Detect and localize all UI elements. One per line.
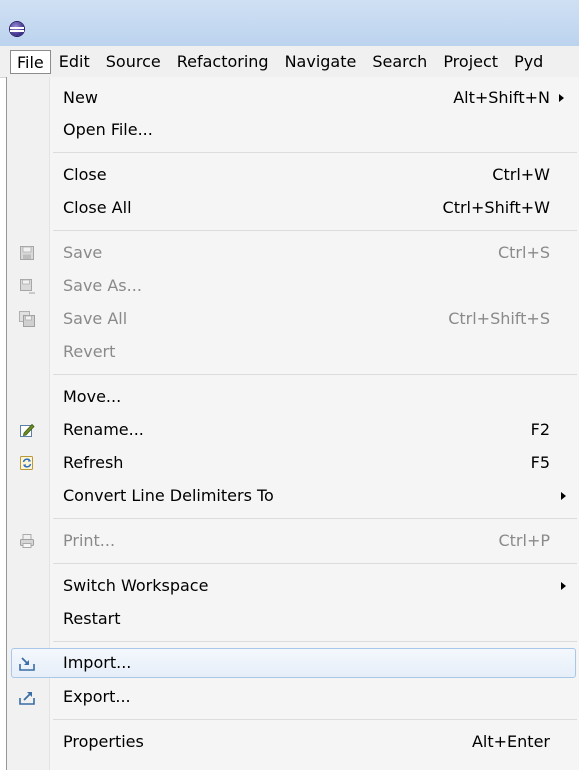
menu-search[interactable]: Search <box>364 50 435 74</box>
menu-item-label: Refresh <box>63 453 124 472</box>
menu-item-close[interactable]: Close Ctrl+W <box>7 160 579 190</box>
menu-item-export[interactable]: Export... <box>7 682 579 712</box>
menu-item-label: Print... <box>63 531 116 550</box>
menu-item-shortcut: Ctrl+Shift+S <box>448 309 550 328</box>
menu-item-properties[interactable]: Properties Alt+Enter <box>7 727 579 757</box>
menu-item-label: Convert Line Delimiters To <box>63 486 274 505</box>
menu-pydev[interactable]: Pyd <box>506 50 551 74</box>
submenu-arrow-icon <box>561 492 566 500</box>
menu-item-shortcut: F2 <box>530 420 550 439</box>
save-all-icon <box>19 311 35 327</box>
menu-project[interactable]: Project <box>435 50 506 74</box>
menu-item-restart[interactable]: Restart <box>7 604 579 634</box>
menu-item-shortcut: Alt+Shift+N <box>453 88 550 107</box>
menu-separator <box>53 563 577 564</box>
rename-icon <box>20 423 35 437</box>
eclipse-window: File Edit Source Refactoring Navigate Se… <box>0 0 579 770</box>
menu-item-shortcut: F5 <box>530 453 550 472</box>
menu-item-print[interactable]: Print... Ctrl+P <box>7 526 579 556</box>
menu-separator <box>53 719 577 720</box>
file-menu-dropdown: New Alt+Shift+N Open File... Close Ctrl+… <box>6 77 579 770</box>
menu-separator <box>53 518 577 519</box>
menu-item-label: Close All <box>63 198 132 217</box>
menu-separator <box>53 152 577 153</box>
eclipse-icon[interactable] <box>10 22 24 36</box>
menu-item-label: Save <box>63 243 103 262</box>
submenu-arrow-icon <box>561 582 566 590</box>
menu-item-refresh[interactable]: Refresh F5 <box>7 448 579 478</box>
menu-item-revert[interactable]: Revert <box>7 337 579 367</box>
menu-item-label: Save All <box>63 309 128 328</box>
menu-item-label: Restart <box>63 609 121 628</box>
menu-item-move[interactable]: Move... <box>7 382 579 412</box>
refresh-icon <box>20 456 33 470</box>
menu-separator <box>53 230 577 231</box>
menu-navigate[interactable]: Navigate <box>277 50 365 74</box>
menu-source[interactable]: Source <box>98 50 169 74</box>
menu-item-save-all[interactable]: Save All Ctrl+Shift+S <box>7 304 579 334</box>
import-icon <box>19 657 35 671</box>
menu-item-label: Export... <box>63 687 131 706</box>
menu-item-label: Move... <box>63 387 122 406</box>
menu-item-new[interactable]: New Alt+Shift+N <box>7 83 579 113</box>
menu-item-close-all[interactable]: Close All Ctrl+Shift+W <box>7 193 579 223</box>
menu-bar: File Edit Source Refactoring Navigate Se… <box>0 46 579 78</box>
menu-item-shortcut: Alt+Enter <box>471 732 550 751</box>
menu-item-label: Rename... <box>63 420 144 439</box>
menu-item-open-file[interactable]: Open File... <box>7 115 579 145</box>
menu-item-label: Open File... <box>63 120 153 139</box>
menu-item-label: Close <box>63 165 107 184</box>
menu-file[interactable]: File <box>10 49 51 74</box>
menu-separator <box>53 641 577 642</box>
menu-item-switch-workspace[interactable]: Switch Workspace <box>7 571 579 601</box>
submenu-arrow-icon <box>559 94 564 102</box>
menu-item-label: Revert <box>63 342 116 361</box>
menu-item-import[interactable]: Import... <box>11 648 576 678</box>
export-icon <box>19 692 35 705</box>
menu-item-shortcut: Ctrl+W <box>492 165 550 184</box>
menu-item-shortcut: Ctrl+Shift+W <box>442 198 550 217</box>
menu-item-rename[interactable]: Rename... F2 <box>7 415 579 445</box>
menu-item-shortcut: Ctrl+S <box>497 243 550 262</box>
menu-edit[interactable]: Edit <box>51 50 98 74</box>
print-icon <box>20 534 34 548</box>
save-icon <box>20 246 34 260</box>
menu-item-save[interactable]: Save Ctrl+S <box>7 238 579 268</box>
menu-item-label: Switch Workspace <box>63 576 209 595</box>
menu-item-save-as[interactable]: Save As... <box>7 271 579 301</box>
title-bar <box>0 0 579 46</box>
save-as-icon <box>20 279 35 294</box>
menu-separator <box>53 374 577 375</box>
menu-item-convert-line-delimiters[interactable]: Convert Line Delimiters To <box>7 481 579 511</box>
menu-item-label: New <box>63 88 98 107</box>
menu-item-shortcut: Ctrl+P <box>498 531 550 550</box>
menu-item-label: Import... <box>63 653 132 672</box>
menu-item-label: Save As... <box>63 276 142 295</box>
menu-item-label: Properties <box>63 732 144 751</box>
menu-refactoring[interactable]: Refactoring <box>169 50 277 74</box>
